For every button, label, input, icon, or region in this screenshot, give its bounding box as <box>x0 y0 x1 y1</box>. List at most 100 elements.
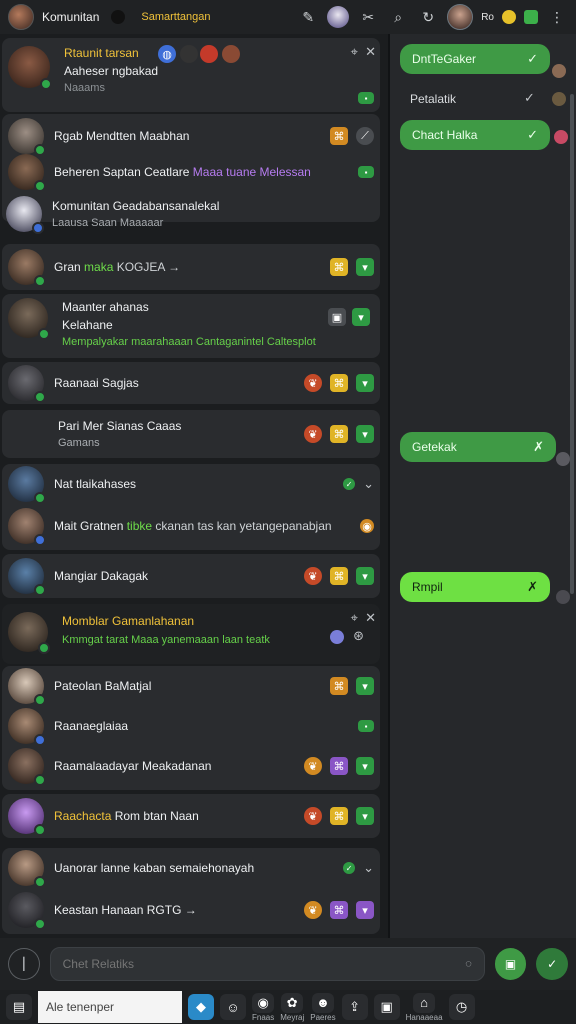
list-item[interactable]: Pari Mer Sianas Caaas Gamans ❦ ⌘ ▾ <box>48 414 374 454</box>
verified-icon <box>34 694 46 706</box>
conversation-name: Nat tlaikahases <box>54 477 137 491</box>
conversation-preview: Mempalyakar maarahaaan Cantaganintel Cal… <box>62 336 316 348</box>
list-item[interactable]: Raanaeglaiaa ▪ <box>8 706 374 746</box>
list-item[interactable]: Mait Gratnen tibke ckanan tas kan yetang… <box>8 506 374 546</box>
expand-icon[interactable]: ▾ <box>356 901 374 919</box>
reaction-icon: ◉ <box>360 519 374 533</box>
list-item[interactable]: Komunitan Geadabansanalekal Laausa Saan … <box>6 194 372 234</box>
close-icon[interactable]: ✕ <box>365 610 376 626</box>
list-item[interactable]: Beheren Saptan Ceatlare Maaa tuane Meles… <box>8 152 374 192</box>
expand-icon[interactable]: ▾ <box>356 374 374 392</box>
conversation-name: Pari Mer Sianas Caaas <box>58 419 182 433</box>
chevron-down-icon[interactable]: ⌄ <box>363 860 374 876</box>
refresh-icon[interactable]: ↻ <box>417 6 439 28</box>
card-line: Naaams <box>64 82 105 94</box>
verified-icon <box>34 876 46 888</box>
verified-icon <box>34 824 46 836</box>
expand-icon[interactable]: ▾ <box>356 757 374 775</box>
tools-icon[interactable]: ✂ <box>357 6 379 28</box>
verified-icon <box>34 918 46 930</box>
wand-icon[interactable]: ✎ <box>297 6 319 28</box>
conversation-name: Mangiar Dakagak <box>54 569 149 583</box>
conversation-line: Kelahane <box>62 318 113 332</box>
list-item[interactable]: Keastan Hanaan RGTG → ❦ ⌘ ▾ <box>8 890 374 930</box>
card-line: Aaheser ngbakad <box>64 64 159 78</box>
grid-icon[interactable] <box>524 10 538 24</box>
more-icon[interactable]: ⋮ <box>546 6 568 28</box>
avatar <box>8 892 46 930</box>
send-button[interactable]: ✓ <box>536 948 568 980</box>
message-composer: ⎮ ◌ ▣ ✓ <box>0 938 576 990</box>
attach-button[interactable]: ⎮ <box>8 948 40 980</box>
dock-item[interactable]: ✿ Meyraj <box>280 992 304 1022</box>
expand-icon[interactable]: ▾ <box>352 308 370 326</box>
expand-icon[interactable]: ▾ <box>356 807 374 825</box>
expand-icon[interactable]: ▾ <box>356 425 374 443</box>
coin-icon[interactable] <box>502 10 516 24</box>
clock-icon[interactable]: ◷ <box>448 994 475 1020</box>
list-item[interactable]: Nat tlaikahases ✓ ⌄ <box>8 464 374 504</box>
chat-icon: ◉ <box>252 992 275 1013</box>
media-button[interactable]: ▣ <box>494 948 527 980</box>
badge-icon: ▣ <box>328 308 346 326</box>
pin-icon[interactable]: ⌖ <box>351 44 358 60</box>
message-bubble[interactable]: Getekak ✗ <box>400 432 556 462</box>
message-text[interactable]: Petalatik <box>410 92 456 106</box>
message-bubble[interactable]: Chact Halka ✓ <box>400 120 550 150</box>
list-item[interactable]: Pateolan BaMatjal ⌘ ▾ <box>8 666 374 706</box>
verified-icon <box>34 391 46 403</box>
app-icon[interactable]: ◆ <box>188 994 214 1020</box>
avatar <box>8 365 46 403</box>
list-item[interactable]: Rgab Mendtten Maabhan ⌘ ⟋ <box>8 116 374 156</box>
message-input[interactable] <box>62 957 466 971</box>
profile-avatar[interactable] <box>447 4 474 30</box>
reaction-icon: ❦ <box>304 757 322 775</box>
conversation-group: Raanaai Sagjas ❦ ⌘ ▾ <box>2 362 380 404</box>
dock-item[interactable]: ⌂ Hanaaeaa <box>406 992 443 1022</box>
app-avatar[interactable] <box>8 4 34 30</box>
calendar-icon[interactable]: ▤ <box>6 994 32 1020</box>
dock-item[interactable]: ☻ Paeres <box>310 992 336 1022</box>
list-item[interactable]: Raamalaadayar Meakadanan ❦ ⌘ ▾ <box>8 746 374 786</box>
expand-icon[interactable]: ▾ <box>356 567 374 585</box>
online-icon: ✓ <box>343 478 356 490</box>
attachment-icon[interactable]: ⊛ <box>353 628 364 644</box>
search-icon[interactable]: ⌕ <box>387 6 409 28</box>
list-item[interactable]: Mangiar Dakagak ❦ ⌘ ▾ <box>8 556 374 596</box>
list-item[interactable]: Gran maka KOGJEA → ⌘ ▾ <box>8 247 374 287</box>
list-item[interactable]: Uanorar lanne kaban semaiehonayah ✓ ⌄ <box>8 848 374 888</box>
pinned-card[interactable]: Rtaunit tarsan ◍ Aaheser ngbakad Naaams … <box>2 38 380 112</box>
badge-icon: ⌘ <box>330 258 348 276</box>
scrollbar[interactable] <box>570 94 574 594</box>
verified-icon <box>32 222 44 234</box>
avatar <box>8 508 46 546</box>
message-input-wrap[interactable]: ◌ <box>49 947 485 981</box>
share-icon[interactable]: ⇪ <box>341 994 368 1020</box>
pin-icon[interactable]: ⌖ <box>351 610 358 626</box>
badge-icon: ⌘ <box>330 757 348 775</box>
message-bubble[interactable]: DntTeGaker ✓ <box>400 44 550 74</box>
reaction-avatar <box>552 92 566 106</box>
list-item[interactable]: Raanaai Sagjas ❦ ⌘ ▾ <box>8 363 374 403</box>
expand-icon[interactable]: ▾ <box>356 677 374 695</box>
chevron-down-icon[interactable]: ⌄ <box>363 476 374 492</box>
message-bubble[interactable]: Rmpil ✗ <box>400 572 550 602</box>
close-icon[interactable]: ✕ <box>365 44 376 60</box>
user-icon: ☻ <box>311 992 334 1013</box>
camera-icon[interactable]: ▣ <box>373 994 400 1020</box>
conversation-group: Uanorar lanne kaban semaiehonayah ✓ ⌄ Ke… <box>2 848 380 934</box>
avatar <box>8 708 46 746</box>
reaction-icon: ❦ <box>304 901 322 919</box>
conversation-name: Rgab Mendtten Maabhan <box>54 129 190 143</box>
conversation-name: Mait Gratnen tibke ckanan tas kan yetang… <box>54 519 332 533</box>
dock-item[interactable]: ◉ Fnaas <box>252 992 275 1022</box>
list-item[interactable]: Raachacta Rom btan Naan ❦ ⌘ ▾ <box>8 796 374 836</box>
status-icon: ⟋ <box>356 127 374 145</box>
emoji-icon[interactable]: ◌ <box>465 958 472 970</box>
pinned-card[interactable]: Momblar Gamanlahanan Kmmgat tarat Maaa y… <box>2 604 380 664</box>
emoji-icon[interactable]: ☺ <box>220 994 246 1020</box>
dock-search[interactable]: Ale tenenper <box>38 991 182 1023</box>
verified-icon <box>34 774 46 786</box>
avatar-group-icon[interactable] <box>327 6 350 28</box>
expand-icon[interactable]: ▾ <box>356 258 374 276</box>
